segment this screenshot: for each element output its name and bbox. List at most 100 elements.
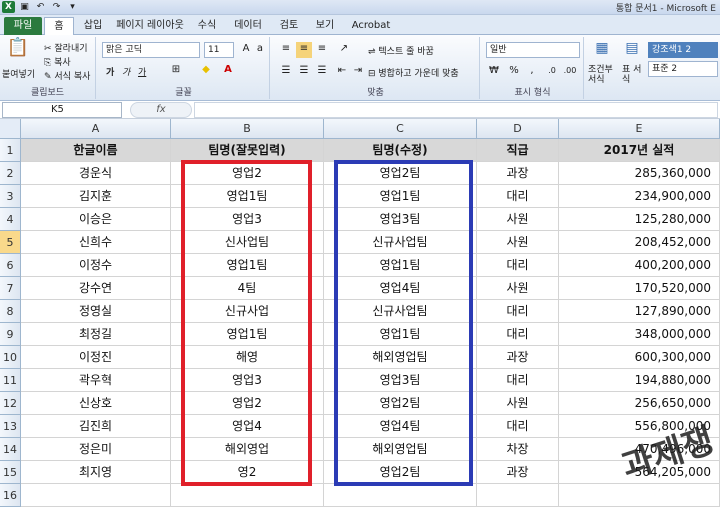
- row-header-2[interactable]: 2: [0, 162, 21, 185]
- table-cell[interactable]: 영업2: [171, 162, 324, 185]
- table-cell[interactable]: 이정수: [21, 254, 171, 277]
- name-box[interactable]: K5: [2, 102, 122, 118]
- excel-icon[interactable]: X: [2, 1, 15, 13]
- conditional-format-button[interactable]: 조건부 서식: [588, 65, 616, 85]
- wrap-text-button[interactable]: ⇌ 텍스트 줄 바꿈: [368, 44, 434, 57]
- header-cell[interactable]: 2017년 실적: [559, 139, 720, 162]
- row-header-1[interactable]: 1: [0, 139, 21, 162]
- table-cell[interactable]: 과장: [477, 162, 559, 185]
- underline-button[interactable]: 가: [138, 65, 146, 78]
- row-header-7[interactable]: 7: [0, 277, 21, 300]
- comma-icon[interactable]: ,: [524, 64, 540, 80]
- currency-icon[interactable]: ₩: [486, 64, 502, 80]
- column-header-a[interactable]: A: [21, 119, 171, 139]
- table-cell[interactable]: 대리: [477, 369, 559, 392]
- conditional-format-icon[interactable]: ▦: [592, 41, 612, 61]
- table-cell[interactable]: 차장: [477, 438, 559, 461]
- table-cell[interactable]: 김지훈: [21, 185, 171, 208]
- tab-view[interactable]: 보기: [310, 17, 340, 35]
- row-header-14[interactable]: 14: [0, 438, 21, 461]
- table-cell[interactable]: 영업1팀: [171, 323, 324, 346]
- align-top-icon[interactable]: ≡: [278, 42, 294, 58]
- row-header-11[interactable]: 11: [0, 369, 21, 392]
- header-cell[interactable]: 직급: [477, 139, 559, 162]
- table-cell[interactable]: 해외영업: [171, 438, 324, 461]
- select-all-corner[interactable]: [0, 119, 21, 139]
- table-cell[interactable]: 강수연: [21, 277, 171, 300]
- header-cell[interactable]: 팀명(잘못입력): [171, 139, 324, 162]
- table-cell[interactable]: 영업2팀: [324, 392, 477, 415]
- align-middle-icon[interactable]: ≡: [296, 42, 312, 58]
- cut-button[interactable]: ✂ 잘라내기: [44, 41, 88, 54]
- fill-color-icon[interactable]: ◆: [198, 63, 214, 79]
- table-cell[interactable]: 신사업팀: [171, 231, 324, 254]
- tab-home[interactable]: 홈: [44, 17, 74, 35]
- table-cell[interactable]: 영업4: [171, 415, 324, 438]
- align-left-icon[interactable]: ☰: [278, 64, 294, 80]
- format-as-table-icon[interactable]: ▤: [622, 41, 642, 61]
- insert-function-button[interactable]: fx: [130, 102, 192, 118]
- row-header-3[interactable]: 3: [0, 185, 21, 208]
- table-cell[interactable]: 최정길: [21, 323, 171, 346]
- table-cell[interactable]: 신규사업: [171, 300, 324, 323]
- decrease-decimal-icon[interactable]: .00: [562, 64, 578, 80]
- number-format-select[interactable]: 일반: [486, 42, 580, 58]
- table-cell[interactable]: 사원: [477, 277, 559, 300]
- save-icon[interactable]: ▣: [18, 1, 31, 13]
- table-cell[interactable]: 신상호: [21, 392, 171, 415]
- row-header-16[interactable]: 16: [0, 484, 21, 507]
- row-header-13[interactable]: 13: [0, 415, 21, 438]
- table-cell[interactable]: 영업2: [171, 392, 324, 415]
- table-cell[interactable]: 해영: [171, 346, 324, 369]
- paste-icon[interactable]: 📋: [6, 39, 30, 65]
- table-cell[interactable]: 영업1팀: [324, 254, 477, 277]
- bold-button[interactable]: 가: [106, 65, 114, 78]
- table-cell[interactable]: 영업4팀: [324, 415, 477, 438]
- column-header-c[interactable]: C: [324, 119, 477, 139]
- align-center-icon[interactable]: ☰: [296, 64, 312, 80]
- table-cell[interactable]: 과장: [477, 346, 559, 369]
- increase-indent-icon[interactable]: ⇥: [350, 64, 366, 80]
- table-cell[interactable]: 영업1팀: [171, 185, 324, 208]
- table-cell[interactable]: 대리: [477, 415, 559, 438]
- table-cell[interactable]: 곽우혁: [21, 369, 171, 392]
- table-cell[interactable]: 234,900,000: [559, 185, 720, 208]
- row-header-12[interactable]: 12: [0, 392, 21, 415]
- row-header-4[interactable]: 4: [0, 208, 21, 231]
- table-cell[interactable]: 정영실: [21, 300, 171, 323]
- header-cell[interactable]: 한글이름: [21, 139, 171, 162]
- format-painter-button[interactable]: ✎ 서식 복사: [44, 69, 90, 82]
- table-cell[interactable]: 영업1팀: [171, 254, 324, 277]
- table-cell[interactable]: 4팀: [171, 277, 324, 300]
- table-cell[interactable]: 대리: [477, 300, 559, 323]
- font-size-select[interactable]: 11: [204, 42, 234, 58]
- table-cell[interactable]: 영업2팀: [324, 162, 477, 185]
- table-cell[interactable]: 170,520,000: [559, 277, 720, 300]
- table-cell[interactable]: 대리: [477, 254, 559, 277]
- table-cell[interactable]: 208,452,000: [559, 231, 720, 254]
- font-name-select[interactable]: 맑은 고딕: [102, 42, 200, 58]
- table-cell[interactable]: 해외영업팀: [324, 438, 477, 461]
- row-header-9[interactable]: 9: [0, 323, 21, 346]
- undo-icon[interactable]: ↶: [34, 1, 47, 13]
- paste-button[interactable]: 붙여넣기: [2, 67, 35, 80]
- table-cell[interactable]: [171, 484, 324, 507]
- table-cell[interactable]: 대리: [477, 185, 559, 208]
- tab-acrobat[interactable]: Acrobat: [348, 17, 394, 35]
- table-cell[interactable]: 대리: [477, 323, 559, 346]
- italic-button[interactable]: 가: [122, 65, 130, 78]
- worksheet-grid[interactable]: A B C D E 1 한글이름 팀명(잘못입력) 팀명(수정) 직급 2017년 실적 2 경운식 영업…: [0, 119, 720, 507]
- row-header-6[interactable]: 6: [0, 254, 21, 277]
- font-color-icon[interactable]: A: [220, 63, 236, 79]
- column-header-d[interactable]: D: [477, 119, 559, 139]
- table-cell[interactable]: 사원: [477, 392, 559, 415]
- table-cell[interactable]: 사원: [477, 231, 559, 254]
- table-cell[interactable]: 영업3팀: [324, 208, 477, 231]
- tab-page-layout[interactable]: 페이지 레이아웃: [112, 17, 188, 35]
- table-cell[interactable]: 이정진: [21, 346, 171, 369]
- format-as-table-button[interactable]: 표 서식: [622, 65, 644, 85]
- customize-qat-icon[interactable]: ▾: [66, 1, 79, 13]
- tab-data[interactable]: 데이터: [228, 17, 268, 35]
- table-cell[interactable]: [324, 484, 477, 507]
- cell-style-accent[interactable]: 강조색1 2: [648, 42, 718, 58]
